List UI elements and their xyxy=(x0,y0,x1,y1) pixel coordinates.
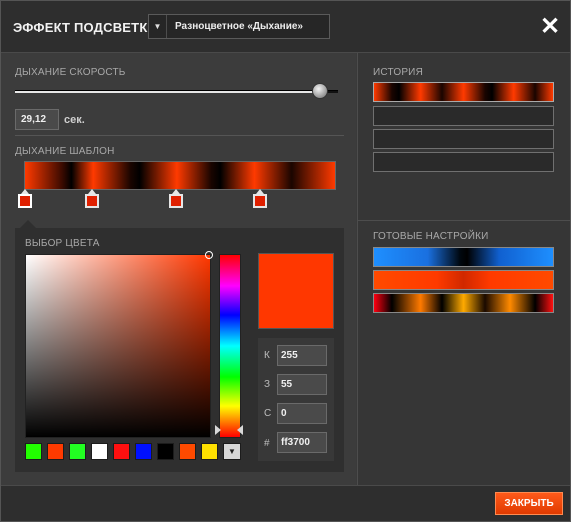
gradient-stop[interactable] xyxy=(18,189,32,210)
pattern-gradient-bar[interactable] xyxy=(24,161,336,190)
green-label: З xyxy=(264,379,271,390)
hue-slider[interactable] xyxy=(219,254,241,438)
presets-label: ГОТОВЫЕ НАСТРОЙКИ xyxy=(373,231,489,242)
stop-swatch[interactable] xyxy=(18,194,32,208)
color-swatch[interactable] xyxy=(91,443,108,460)
history-label: ИСТОРИЯ xyxy=(373,67,423,78)
color-preview xyxy=(258,253,334,329)
blue-input[interactable]: 0 xyxy=(277,403,327,424)
lighting-effect-window: ЭФФЕКТ ПОДСВЕТКИ ▼ Разноцветное «Дыхание… xyxy=(0,0,571,522)
blue-label: С xyxy=(264,408,272,419)
saturation-value-handle[interactable] xyxy=(205,251,213,259)
dropdown-arrow-icon[interactable]: ▼ xyxy=(149,15,167,38)
window-title: ЭФФЕКТ ПОДСВЕТКИ xyxy=(13,20,157,35)
color-swatch[interactable] xyxy=(47,443,64,460)
stop-swatch[interactable] xyxy=(85,194,99,208)
history-slot[interactable] xyxy=(373,129,554,149)
color-swatch[interactable] xyxy=(25,443,42,460)
history-slot[interactable] xyxy=(373,152,554,172)
color-swatch[interactable] xyxy=(69,443,86,460)
hue-handle-left-icon[interactable] xyxy=(215,425,221,435)
title-bar: ЭФФЕКТ ПОДСВЕТКИ ▼ Разноцветное «Дыхание… xyxy=(1,1,570,53)
hex-label: # xyxy=(264,438,270,449)
picker-pointer xyxy=(20,220,36,228)
speed-slider-thumb[interactable] xyxy=(312,83,328,99)
hex-input[interactable]: ff3700 xyxy=(277,432,327,453)
history-slot[interactable] xyxy=(373,106,554,126)
color-swatch[interactable] xyxy=(113,443,130,460)
effect-dropdown-value[interactable]: Разноцветное «Дыхание» xyxy=(175,21,303,32)
close-icon[interactable]: ✕ xyxy=(539,15,561,39)
preset-item[interactable] xyxy=(373,293,554,313)
speed-unit: сек. xyxy=(64,114,85,126)
more-swatches-icon[interactable]: ▼ xyxy=(223,443,241,460)
footer-bar xyxy=(1,485,570,521)
color-swatch[interactable] xyxy=(179,443,196,460)
color-swatch[interactable] xyxy=(201,443,218,460)
speed-slider-track[interactable] xyxy=(15,90,338,93)
stop-swatch[interactable] xyxy=(169,194,183,208)
green-input[interactable]: 55 xyxy=(277,374,327,395)
color-swatch[interactable] xyxy=(157,443,174,460)
panel-divider xyxy=(357,220,570,221)
speed-input[interactable]: 29,12 xyxy=(15,109,59,130)
red-input[interactable]: 255 xyxy=(277,345,327,366)
hue-handle-right-icon[interactable] xyxy=(237,425,243,435)
speed-label: ДЫХАНИЕ СКОРОСТЬ xyxy=(15,67,126,78)
gradient-stop[interactable] xyxy=(169,189,183,210)
preset-item[interactable] xyxy=(373,247,554,267)
stop-swatch[interactable] xyxy=(253,194,267,208)
red-label: К xyxy=(264,350,270,361)
speed-slider-fill xyxy=(15,91,326,93)
color-swatch[interactable] xyxy=(135,443,152,460)
gradient-stop[interactable] xyxy=(253,189,267,210)
pattern-label: ДЫХАНИЕ ШАБЛОН xyxy=(15,146,115,157)
effect-dropdown[interactable]: ▼ Разноцветное «Дыхание» xyxy=(148,14,330,39)
preset-item[interactable] xyxy=(373,270,554,290)
saturation-value-area[interactable] xyxy=(25,254,211,438)
history-slot[interactable] xyxy=(373,82,554,102)
section-divider xyxy=(15,135,344,136)
gradient-stop[interactable] xyxy=(85,189,99,210)
color-picker-label: ВЫБОР ЦВЕТА xyxy=(25,238,100,249)
close-button[interactable]: ЗАКРЫТЬ xyxy=(495,492,563,515)
